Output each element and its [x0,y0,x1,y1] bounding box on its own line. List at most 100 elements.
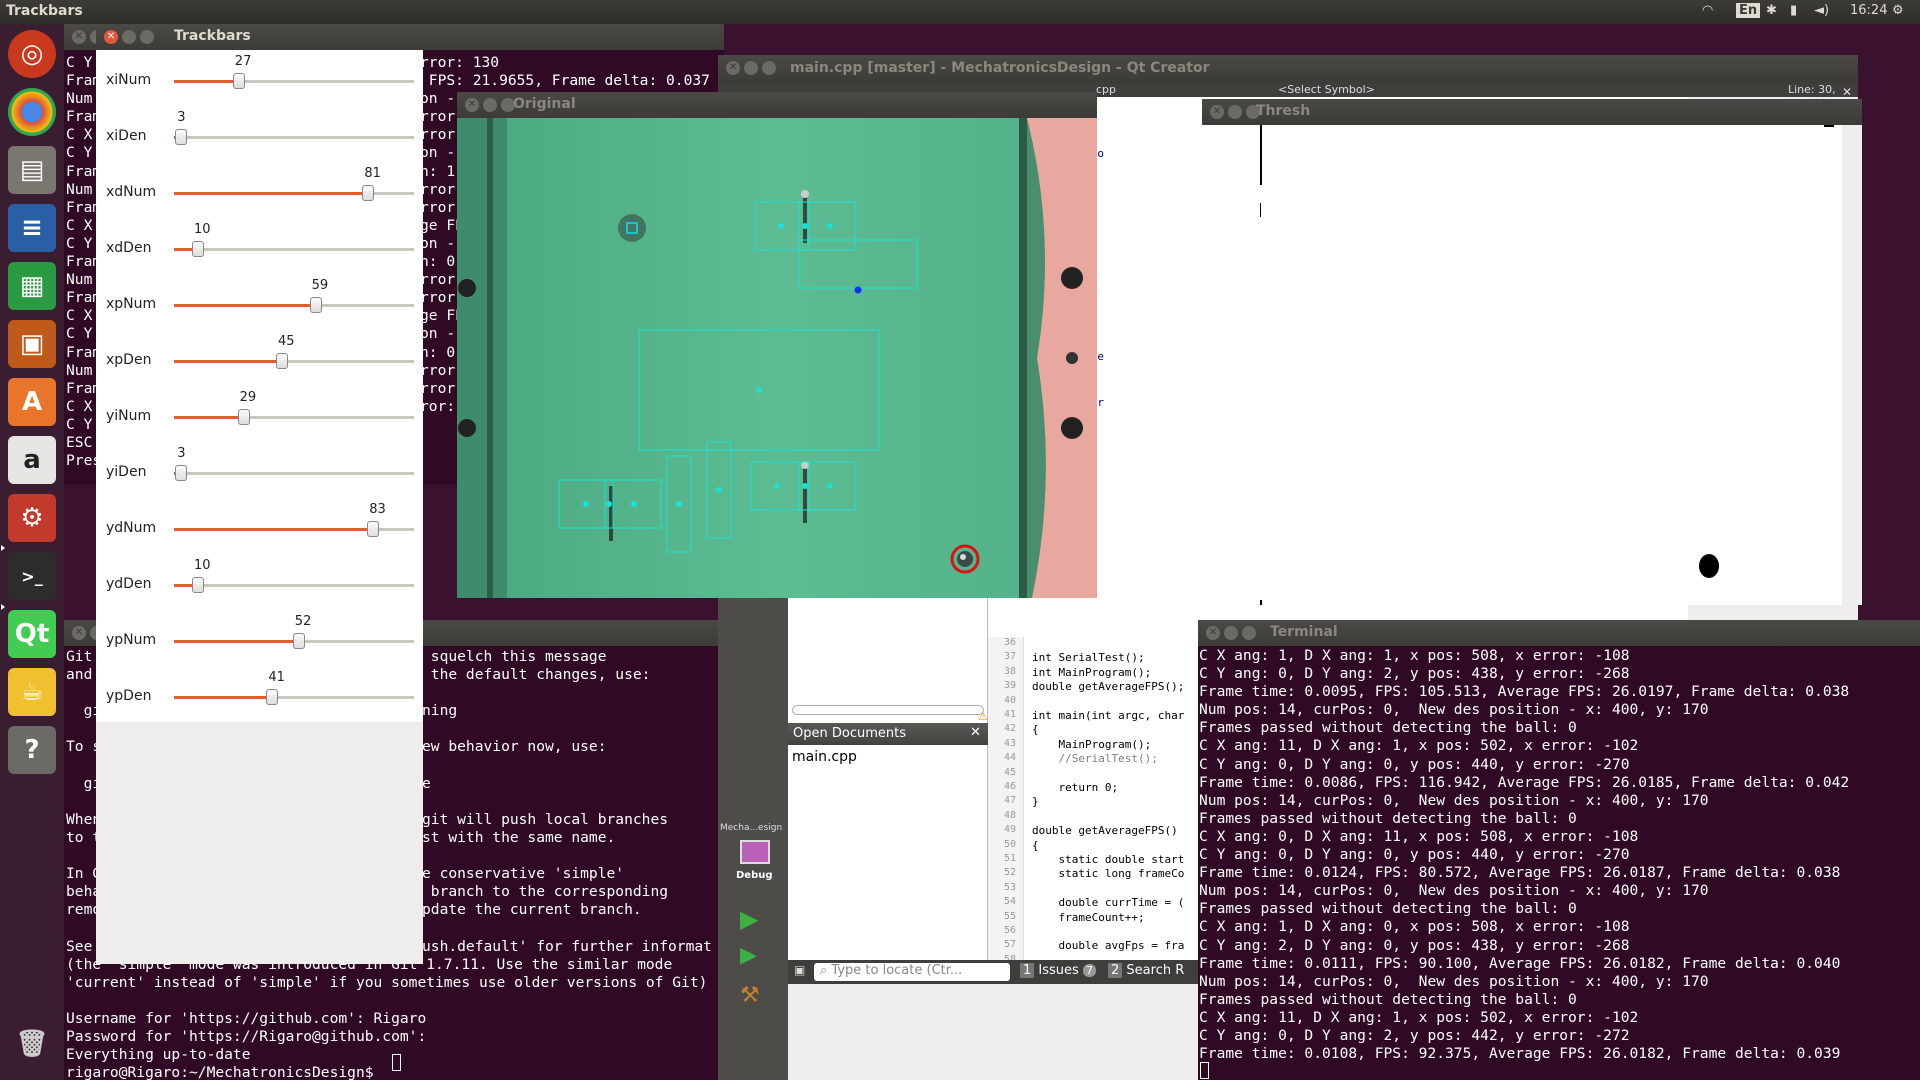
active-window-title: Trackbars [6,3,83,19]
minimize-icon[interactable] [483,98,497,112]
threshold-noise [1824,125,1834,127]
trackbar-handle[interactable] [367,521,380,537]
close-icon[interactable]: ✕ [1210,105,1224,119]
file-selector[interactable]: cpp [1096,83,1116,96]
help-icon[interactable]: ? [8,726,56,774]
trackbar-track[interactable] [174,472,414,475]
trackbar-ypNum: ypNum 52 [96,610,423,666]
sidebar-scrollbar[interactable] [792,705,984,715]
trackbar-label: xdNum [106,184,157,200]
keyboard-layout-indicator[interactable]: En [1736,3,1761,18]
symbol-selector[interactable]: <Select Symbol> [1278,83,1375,96]
maximize-icon[interactable] [1242,626,1256,640]
camera-frame[interactable] [457,118,1097,598]
threshold-frame[interactable] [1202,125,1842,605]
trash-icon[interactable]: 🗑 [8,1020,56,1068]
close-icon[interactable]: ✕ [1842,85,1852,99]
original-titlebar[interactable]: ✕ Original [457,92,1097,118]
open-document-item[interactable]: main.cpp [792,749,857,765]
minimize-icon[interactable] [1224,626,1238,640]
trackbar-handle[interactable] [362,185,375,201]
maximize-icon[interactable] [140,30,154,44]
trackbar-ypDen: ypDen 41 [96,666,423,722]
thresh-titlebar[interactable]: ✕ Thresh [1202,99,1862,125]
issues-pane-button[interactable]: 1 Issues 7 [1020,963,1096,978]
terminal-line: ew behavior now, use: [422,738,607,756]
maximize-icon[interactable] [762,61,776,75]
volume-icon[interactable]: ◄) [1814,3,1829,18]
trackbar-value: 27 [234,54,252,69]
board-left-rail [487,118,493,598]
qt-creator-icon[interactable]: Qt [8,610,56,658]
terminal-line: Frames passed without detecting the ball… [1199,809,1577,827]
calc-icon[interactable]: ▦ [8,262,56,310]
gear-icon[interactable]: ⚙ [1892,3,1904,18]
bluetooth-icon[interactable]: ✱ [1766,3,1777,18]
terminal-line: rror: 130 [420,54,500,71]
trackbars-titlebar[interactable]: ✕ Trackbars [96,24,423,50]
software-center-icon[interactable]: A [8,378,56,426]
terminal-main-titlebar[interactable]: ✕ Terminal [1198,620,1920,646]
terminal-line: Num pos: 14, curPos: 0, New des position… [1199,701,1709,719]
close-icon[interactable]: ✕ [970,725,981,740]
thresh-scrollbar[interactable] [1842,125,1862,605]
thresh-window[interactable]: ✕ Thresh [1202,99,1862,605]
trackbars-empty-area [96,722,423,964]
minimize-icon[interactable] [1228,105,1242,119]
line-number: 54 [1003,896,1016,908]
terminal-line: C Y ang: 0, D Y ang: 2, y pos: 438, y er… [1199,665,1630,683]
toggle-sidebar-icon[interactable]: ▣ [794,963,805,977]
minimize-icon[interactable] [122,30,136,44]
line-number: 48 [1003,809,1016,821]
chrome-icon[interactable] [8,88,56,136]
monitor-icon[interactable] [740,840,770,864]
trackbar-handle[interactable] [266,689,279,705]
detection-center [631,501,637,507]
trackbar-fill [174,416,244,419]
amazon-icon[interactable]: a [8,436,56,484]
terminal-icon[interactable]: >_ [8,552,56,600]
trackbar-handle[interactable] [309,297,322,313]
close-icon[interactable]: ✕ [1206,626,1220,640]
line-number: 51 [1003,853,1016,864]
system-settings-icon[interactable]: ⚙ [8,494,56,542]
teapot-icon[interactable]: ☕ [8,668,56,716]
trackbars-window[interactable]: ✕ Trackbars xiNum 27 xiDen 3 xdNum 81 xdDen 10 x… [96,24,423,964]
locator-input[interactable]: ⌕ Type to locate (Ctr... [814,963,1010,981]
battery-icon[interactable]: ▮ [1790,3,1797,18]
warning-icon[interactable]: ⚠ [978,710,988,723]
terminal-window-main[interactable]: ✕ Terminal C X ang: 1, D X ang: 1, x pos… [1198,620,1920,1080]
trackbar-handle[interactable] [237,409,250,425]
trackbar-handle[interactable] [192,241,204,257]
trackbar-track[interactable] [174,584,414,587]
qt-creator-titlebar[interactable]: ✕ main.cpp [master] - MechatronicsDesign… [718,55,1858,83]
hammer-icon[interactable]: ⚒ [740,983,760,1008]
original-window[interactable]: ✕ Original [457,92,1097,598]
run-icon[interactable]: ▶ [740,905,758,933]
debug-run-icon[interactable]: ▶ [740,943,757,968]
impress-icon[interactable]: ▣ [8,320,56,368]
ubuntu-dash-icon[interactable]: ◎ [8,30,56,78]
trackbar-handle[interactable] [292,633,305,649]
writer-icon[interactable]: ≡ [8,204,56,252]
close-icon[interactable]: ✕ [726,61,740,75]
close-icon[interactable]: ✕ [104,30,118,44]
trackbar-handle[interactable] [192,577,204,593]
close-icon[interactable]: ✕ [72,626,86,640]
trackbar-track[interactable] [174,136,414,139]
trackbar-handle[interactable] [175,129,188,145]
trackbar-handle[interactable] [276,353,288,369]
clock[interactable]: 16:24 [1850,3,1887,18]
trackbar-handle[interactable] [232,73,245,89]
board-surface [457,118,1097,598]
minimize-icon[interactable] [744,61,758,75]
wifi-icon[interactable]: ◠ [1702,3,1713,18]
trackbar-track[interactable] [174,248,414,251]
line-number: 57 [1003,939,1016,951]
search-results-pane-button[interactable]: 2 Search R [1108,963,1184,978]
trackbar-handle[interactable] [175,465,188,481]
project-selector-label[interactable]: Mecha...esign [720,823,782,833]
close-icon[interactable]: ✕ [72,30,86,44]
files-icon[interactable]: ▤ [8,146,56,194]
close-icon[interactable]: ✕ [465,98,479,112]
